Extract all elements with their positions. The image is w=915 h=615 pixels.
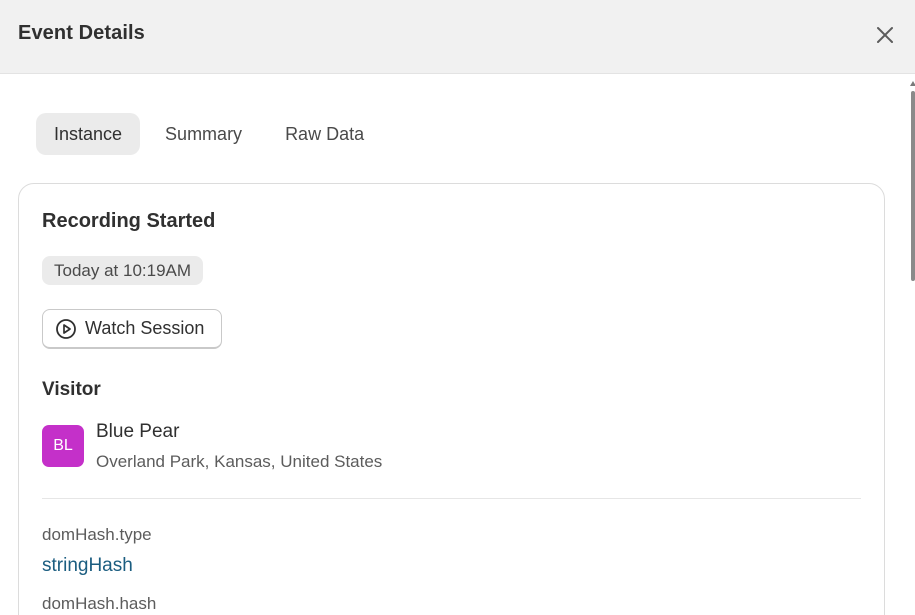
scroll-up-arrow-icon[interactable] <box>910 81 915 86</box>
modal-title: Event Details <box>18 22 145 44</box>
play-circle-icon <box>56 318 76 339</box>
property-value-domhash-type[interactable]: stringHash <box>42 555 133 577</box>
event-details-modal: Event Details Instance Summary Raw Data … <box>0 0 915 615</box>
close-button[interactable] <box>872 22 898 48</box>
watch-session-button[interactable]: Watch Session <box>42 309 223 349</box>
visitor-heading: Visitor <box>42 379 101 400</box>
scroll-thumb[interactable] <box>911 91 915 281</box>
tab-bar: Instance Summary Raw Data <box>36 113 389 155</box>
property-key-domhash-type: domHash.type <box>42 525 152 544</box>
event-instance-card: Recording Started Today at 10:19AM Watch… <box>18 183 885 615</box>
event-title: Recording Started <box>42 210 216 232</box>
visitor-avatar: BL <box>42 425 84 467</box>
scrollbar[interactable] <box>909 75 915 615</box>
tab-summary[interactable]: Summary <box>147 113 260 155</box>
modal-header: Event Details <box>0 0 915 74</box>
tab-instance[interactable]: Instance <box>36 113 141 155</box>
property-key-domhash-hash: domHash.hash <box>42 594 157 613</box>
divider <box>42 498 861 499</box>
visitor-name[interactable]: Blue Pear <box>96 421 179 443</box>
close-icon <box>877 27 893 43</box>
visitor-location: Overland Park, Kansas, United States <box>96 452 383 471</box>
event-time-badge: Today at 10:19AM <box>42 256 204 285</box>
watch-session-label: Watch Session <box>85 318 205 338</box>
tab-raw-data[interactable]: Raw Data <box>267 113 382 155</box>
